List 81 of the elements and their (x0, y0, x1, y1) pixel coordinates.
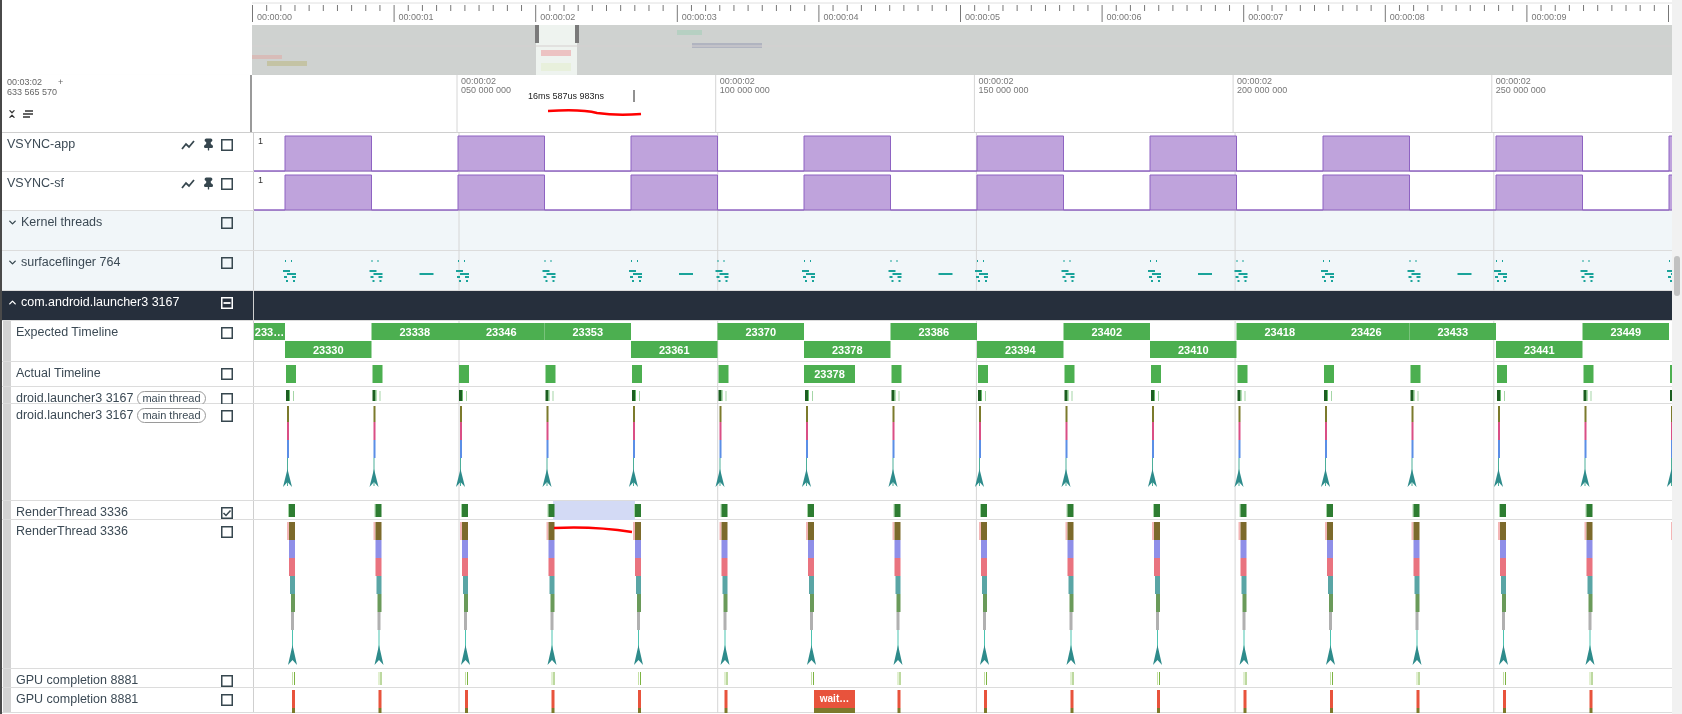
tick-ns: 150 000 000 (978, 85, 1029, 95)
checkbox[interactable] (221, 368, 233, 380)
frame-slice[interactable]: 23370 (717, 323, 804, 340)
track-name: VSYNC-app (7, 137, 76, 152)
track-name: Actual Timeline (16, 366, 101, 381)
ruler-label: 00:00:06 (1106, 12, 1142, 22)
scrollbar-thumb[interactable] (1674, 256, 1680, 296)
checkbox[interactable] (221, 139, 233, 151)
track-name: Kernel threads (21, 215, 103, 230)
chart-icon[interactable] (181, 179, 195, 189)
checkbox[interactable] (221, 507, 233, 519)
track-name: droid.launcher3 3167 (16, 408, 134, 423)
ruler-label: 00:00:08 (1389, 12, 1425, 22)
track-name: GPU completion 8881 (16, 673, 139, 688)
track-name: Expected Timeline (16, 325, 119, 340)
frame-slice[interactable]: 23386 (890, 323, 977, 340)
ruler-label: 00:00:09 (1531, 12, 1567, 22)
chevron-down-icon[interactable] (7, 257, 18, 268)
track-name: com.android.launcher3 3167 (21, 295, 180, 310)
frame-slice[interactable]: 23353 (544, 323, 631, 340)
ruler-label: 00:00:04 (823, 12, 859, 22)
track-name: RenderThread 3336 (16, 505, 128, 520)
tick-time: 00:00:02 (1237, 76, 1273, 86)
collapse-icon[interactable] (7, 109, 17, 119)
ruler-label: 00:00:05 (965, 12, 1001, 22)
frame-slice[interactable]: 23378 (804, 341, 891, 358)
pin-icon[interactable] (202, 138, 215, 151)
frame-slice[interactable]: 23346 (458, 323, 545, 340)
checkbox[interactable] (221, 526, 233, 538)
checkbox[interactable] (221, 694, 233, 706)
ruler-label: 00:00:00 (257, 12, 293, 22)
checkbox[interactable] (221, 327, 233, 339)
track-name: surfaceflinger 764 (21, 255, 121, 270)
track-name: GPU completion 8881 (16, 692, 139, 707)
counter-value: 1 (258, 175, 263, 185)
add-offset[interactable]: + (58, 77, 64, 87)
tick-time: 00:00:02 (461, 76, 497, 86)
tick-ns: 100 000 000 (719, 85, 770, 95)
track-name: VSYNC-sf (7, 176, 64, 191)
tick-ns: 250 000 000 (1495, 85, 1546, 95)
track-name: RenderThread 3336 (16, 524, 128, 539)
ruler-label: 00:00:02 (540, 12, 576, 22)
frame-slice[interactable]: 23361 (631, 341, 718, 358)
checkbox[interactable] (221, 178, 233, 190)
checkbox[interactable] (221, 257, 233, 269)
overview-handle[interactable] (535, 25, 539, 43)
frame-slice[interactable]: 23394 (977, 341, 1064, 358)
tick-time: 00:00:02 (1495, 76, 1531, 86)
frame-slice[interactable]: 23433 (1409, 323, 1496, 340)
checkbox[interactable] (221, 217, 233, 229)
frame-slice[interactable]: 23402 (1063, 323, 1150, 340)
tick-time: 00:00:02 (719, 76, 755, 86)
frame-slice[interactable]: 23441 (1496, 341, 1583, 358)
track-name: droid.launcher3 3167 (16, 391, 134, 406)
frame-slice[interactable]: 23338 (371, 323, 458, 340)
frame-slice[interactable]: 233… (254, 323, 285, 340)
selection-marker (633, 89, 635, 103)
ruler-label: 00:00:01 (398, 12, 434, 22)
overview-handle[interactable] (575, 25, 579, 43)
tick-time: 00:00:02 (978, 76, 1014, 86)
frame-slice[interactable]: 23330 (285, 341, 372, 358)
counter-value: 1 (258, 136, 263, 146)
checkbox[interactable] (221, 410, 233, 422)
list-icon[interactable] (23, 110, 33, 118)
checkbox[interactable] (221, 675, 233, 687)
frame-slice[interactable]: 23426 (1323, 323, 1410, 340)
pin-icon[interactable] (202, 177, 215, 190)
frame-slice[interactable]: 23378 (804, 365, 855, 383)
chevron-down-icon[interactable] (7, 217, 18, 228)
frame-slice[interactable]: 23410 (1150, 341, 1237, 358)
selection-duration: 16ms 587us 983ns (528, 91, 605, 101)
tick-ns: 200 000 000 (1237, 85, 1288, 95)
frame-slice[interactable]: 23449 (1582, 323, 1669, 340)
frame-slice[interactable]: 23418 (1236, 323, 1323, 340)
time-offset-ns: 633 565 570 (7, 87, 58, 97)
ruler-label: 00:00:07 (1248, 12, 1284, 22)
ruler-label: 00:00:03 (681, 12, 717, 22)
tick-ns: 050 000 000 (461, 85, 512, 95)
chart-icon[interactable] (181, 140, 195, 150)
time-offset: 00:03:02 (7, 77, 43, 87)
chevron-up-icon[interactable] (7, 297, 18, 308)
